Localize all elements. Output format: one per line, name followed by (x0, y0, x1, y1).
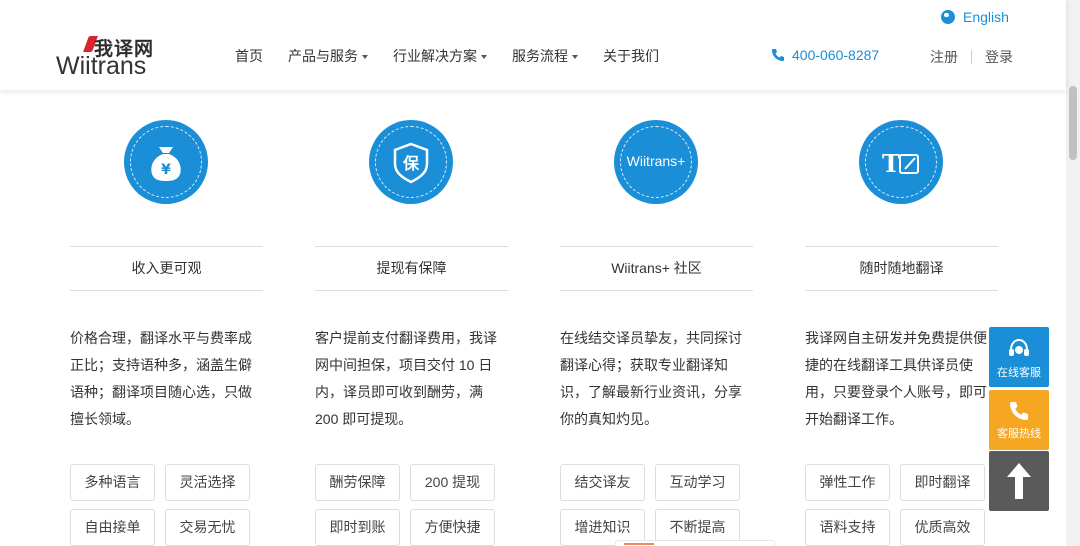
chevron-down-icon (362, 55, 368, 60)
site-header: 我译网 Wiitrans 首页 产品与服务 行业解决方案 服务流程 关于我们 E… (0, 0, 1066, 90)
logo-en-text: Wiitrans (56, 52, 147, 80)
feature-tag[interactable]: 灵活选择 (165, 464, 250, 501)
feature-tags: 弹性工作 即时翻译 语料支持 优质高效 (805, 464, 998, 546)
language-label: English (963, 9, 1009, 25)
feature-tags: 多种语言 灵活选择 自由接单 交易无忧 (70, 464, 263, 546)
online-service-label: 在线客服 (997, 367, 1041, 379)
brand-label: Wiitrans+ (626, 153, 686, 169)
feature-desc: 我译网自主研发并免费提供便捷的在线翻译工具供译员使用，只要登录个人账号，即可开始… (805, 330, 987, 427)
phone-number: 400-060-8287 (792, 47, 880, 63)
shield-icon: 保 (369, 120, 453, 204)
feature-tag[interactable]: 互动学习 (655, 464, 740, 501)
feature-tag[interactable]: 200 提现 (410, 464, 495, 501)
feature-title: 提现有保障 (315, 246, 508, 291)
hotline-label: 客服热线 (997, 428, 1041, 440)
phone-contact[interactable]: 400-060-8287 (770, 47, 879, 63)
nav-products[interactable]: 产品与服务 (288, 46, 368, 66)
nav-process-label: 服务流程 (512, 48, 568, 64)
feature-tag[interactable]: 方便快捷 (410, 509, 495, 546)
feature-tag[interactable]: 优质高效 (900, 509, 985, 546)
page-scrollbar[interactable] (1066, 0, 1080, 546)
nav-products-label: 产品与服务 (288, 48, 358, 64)
arrow-up-icon (1007, 463, 1031, 499)
feature-title: 随时随地翻译 (805, 246, 998, 291)
feature-tag[interactable]: 即时翻译 (900, 464, 985, 501)
scrollbar-thumb[interactable] (1069, 86, 1077, 160)
globe-icon (941, 10, 955, 24)
hotline-button[interactable]: 客服热线 (989, 390, 1049, 450)
money-bag-icon: ¥ (124, 120, 208, 204)
wiitrans-plus-icon: Wiitrans+ (614, 120, 698, 204)
svg-text:¥: ¥ (161, 162, 171, 178)
feature-tag[interactable]: 酬劳保障 (315, 464, 400, 501)
feature-tag[interactable]: 语料支持 (805, 509, 890, 546)
phone-icon (1010, 402, 1028, 420)
feature-title: 收入更可观 (70, 246, 263, 291)
divider (971, 50, 972, 64)
login-link[interactable]: 登录 (985, 47, 1013, 67)
feature-desc: 价格合理，翻译水平与费率成正比；支持语种多，涵盖生僻语种；翻译项目随心选，只做擅… (70, 330, 252, 427)
nav-home[interactable]: 首页 (235, 46, 263, 66)
phone-icon (772, 49, 784, 61)
feature-title: Wiitrans+ 社区 (560, 246, 753, 291)
chevron-down-icon (481, 55, 487, 60)
feature-tag[interactable]: 多种语言 (70, 464, 155, 501)
nav-about[interactable]: 关于我们 (603, 46, 659, 66)
feature-desc: 客户提前支付翻译费用，我译网中间担保，项目交付 10 日内，译员即可收到酬劳，满… (315, 330, 497, 427)
nav-solutions[interactable]: 行业解决方案 (393, 46, 487, 66)
feature-tag[interactable]: 即时到账 (315, 509, 400, 546)
feature-tag[interactable]: 结交译友 (560, 464, 645, 501)
svg-text:保: 保 (402, 154, 420, 173)
feature-tag[interactable]: 自由接单 (70, 509, 155, 546)
popup-peek (615, 540, 775, 546)
svg-text:T: T (882, 149, 900, 178)
register-link[interactable]: 注册 (930, 47, 958, 67)
feature-tag[interactable]: 交易无忧 (165, 509, 250, 546)
language-switch[interactable]: English (941, 9, 1009, 25)
wiitrans-logo[interactable]: 我译网 Wiitrans (56, 34, 176, 80)
chevron-down-icon (572, 55, 578, 60)
feature-tags: 结交译友 互动学习 增进知识 不断提高 (560, 464, 753, 546)
main-nav: 首页 产品与服务 行业解决方案 服务流程 关于我们 (235, 46, 684, 66)
nav-process[interactable]: 服务流程 (512, 46, 578, 66)
translate-edit-icon: T (859, 120, 943, 204)
feature-tags: 酬劳保障 200 提现 即时到账 方便快捷 (315, 464, 508, 546)
feature-tag[interactable]: 弹性工作 (805, 464, 890, 501)
auth-links: 注册 登录 (930, 47, 1013, 67)
feature-desc: 在线结交译员挚友，共同探讨翻译心得；获取专业翻译知识，了解最新行业资讯，分享你的… (560, 330, 742, 427)
online-service-button[interactable]: 在线客服 (989, 327, 1049, 387)
back-to-top-button[interactable] (989, 451, 1049, 511)
nav-solutions-label: 行业解决方案 (393, 48, 477, 64)
headset-icon (1009, 338, 1029, 356)
